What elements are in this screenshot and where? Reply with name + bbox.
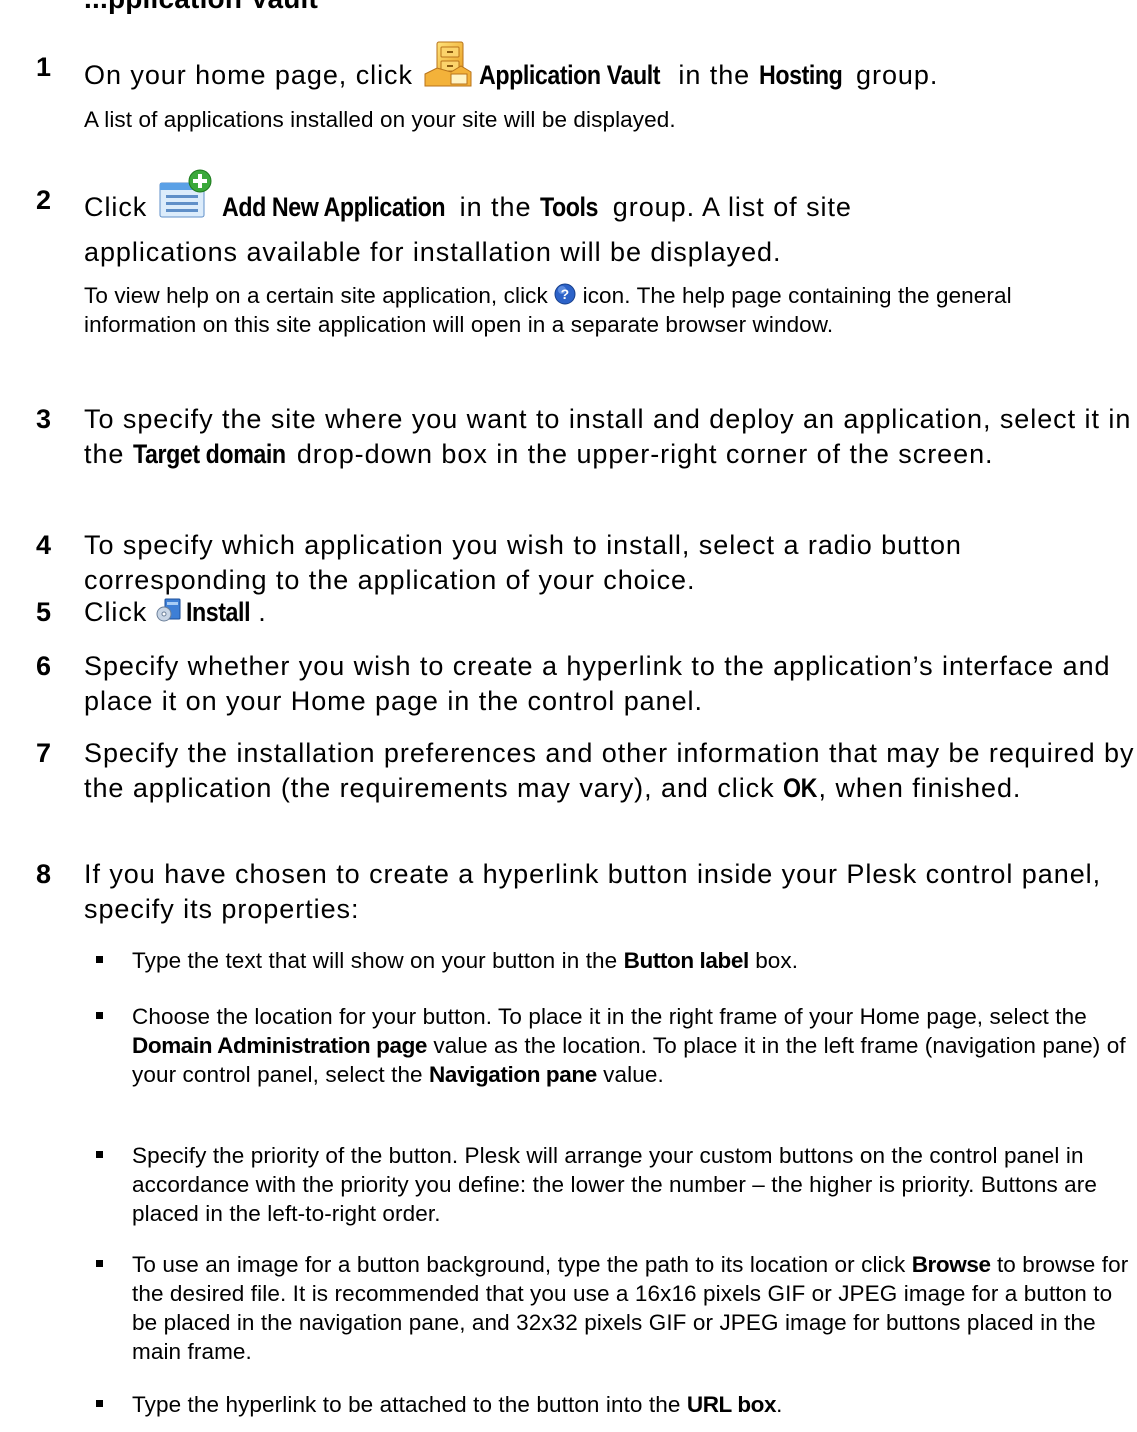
bullet-item: Type the text that will show on your but… bbox=[96, 946, 1131, 976]
step-text: Click Add New Application in the Tools g… bbox=[84, 169, 1136, 270]
bullet-marker bbox=[96, 1012, 103, 1019]
bullet-marker bbox=[96, 1260, 103, 1267]
install-icon bbox=[156, 597, 182, 623]
bullet-text-post: . bbox=[776, 1392, 783, 1417]
step-text-mid: in the bbox=[451, 192, 540, 223]
bullet-text-post: value. bbox=[596, 1062, 664, 1087]
step-number: 3 bbox=[36, 404, 52, 434]
bullet-text-pre: To use an image for a button background,… bbox=[132, 1252, 912, 1277]
step-text: Click Install. bbox=[84, 595, 1136, 630]
step-3: 3 To specify the site where you want to … bbox=[36, 402, 1131, 507]
note-text-pre: To view help on a certain site applicati… bbox=[84, 283, 555, 308]
step-text: Specify whether you wish to create a hyp… bbox=[84, 651, 1111, 716]
step-text-line2: applications available for installation … bbox=[84, 237, 782, 267]
bullet-text: Type the hyperlink to be attached to the… bbox=[132, 1390, 1132, 1419]
step-1: 1 On your home page, click Application V… bbox=[36, 41, 1131, 90]
step-text-mid: in the bbox=[669, 60, 759, 91]
bullet-item: Specify the priority of the button. Ples… bbox=[96, 1141, 1131, 1231]
step-1-note: A list of applications installed on your… bbox=[84, 107, 676, 132]
step-6: 6 Specify whether you wish to create a h… bbox=[36, 649, 1131, 719]
step-7: 7 Specify the installation preferences a… bbox=[36, 736, 1134, 841]
step-number: 4 bbox=[36, 530, 52, 560]
step-text-post: drop-down box in the upper-right corner … bbox=[288, 439, 994, 469]
step-bold-hosting: Hosting bbox=[758, 60, 843, 91]
step-bold-app-vault: Application Vault bbox=[479, 60, 661, 91]
bullet-item: Type the hyperlink to be attached to the… bbox=[96, 1390, 1131, 1420]
step-5: 5 Click Install. bbox=[36, 595, 1131, 630]
bullet-text-pre: Choose the location for your button. To … bbox=[132, 1004, 1087, 1029]
step-bold-install: Install bbox=[185, 597, 251, 627]
step-text-pre: Click bbox=[84, 597, 156, 627]
bullet-bold-domain-admin-page: Domain Administration page bbox=[132, 1033, 428, 1058]
step-number: 8 bbox=[36, 859, 52, 889]
step-number: 2 bbox=[36, 185, 52, 215]
step-bold-ok: OK bbox=[783, 773, 818, 803]
step-number: 1 bbox=[36, 52, 52, 82]
bullet-item: To use an image for a button background,… bbox=[96, 1250, 1131, 1370]
bullet-bold-browse: Browse bbox=[911, 1252, 991, 1277]
step-text-post: group. A list of site bbox=[604, 192, 852, 223]
bullet-text: Specify the priority of the button. Ples… bbox=[132, 1143, 1097, 1226]
step-bold-target-domain: Target domain bbox=[132, 439, 286, 469]
step-text: If you have chosen to create a hyperlink… bbox=[84, 859, 1102, 924]
bullet-marker bbox=[96, 1151, 103, 1158]
step-text-post: group. bbox=[847, 60, 939, 91]
step-8: 8 If you have chosen to create a hyperli… bbox=[36, 857, 1131, 927]
bullet-text-pre: Type the text that will show on your but… bbox=[132, 948, 624, 973]
application-vault-icon bbox=[421, 38, 475, 92]
section-heading-fragment: ...pplication Vault bbox=[84, 0, 318, 15]
step-number: 7 bbox=[36, 738, 52, 768]
bullet-text: Type the text that will show on your but… bbox=[132, 946, 1132, 975]
bullet-item: Choose the location for your button. To … bbox=[96, 1002, 1131, 1122]
bullet-text-pre: Type the hyperlink to be attached to the… bbox=[132, 1392, 687, 1417]
bullet-bold-url-box: URL box bbox=[686, 1392, 777, 1417]
svg-text:?: ? bbox=[561, 286, 570, 302]
bullet-text: To use an image for a button background,… bbox=[132, 1250, 1132, 1366]
bullet-text: Choose the location for your button. To … bbox=[132, 1002, 1132, 1089]
step-text: To specify which application you wish to… bbox=[84, 530, 962, 595]
step-text: On your home page, click Application Vau… bbox=[84, 41, 1136, 104]
bullet-marker bbox=[96, 956, 103, 963]
bullet-bold-button-label: Button label bbox=[623, 948, 750, 973]
bullet-marker bbox=[96, 1400, 103, 1407]
step-2-note: To view help on a certain site applicati… bbox=[84, 281, 1124, 339]
help-icon: ? bbox=[554, 283, 576, 305]
add-new-application-icon bbox=[156, 169, 216, 221]
step-number: 5 bbox=[36, 597, 52, 627]
step-text: To specify the site where you want to in… bbox=[84, 402, 1136, 472]
bullet-text-post: box. bbox=[748, 948, 799, 973]
step-bold-add-new-application: Add New Application bbox=[221, 192, 446, 223]
step-number: 6 bbox=[36, 651, 52, 681]
bullet-bold-navigation-pane: Navigation pane bbox=[429, 1062, 597, 1087]
document-page: ...pplication Vault 1 On your home page,… bbox=[0, 0, 1137, 1432]
step-text-post: , when finished. bbox=[818, 773, 1022, 803]
step-text-pre: On your home page, click bbox=[84, 60, 422, 91]
step-4: 4 To specify which application you wish … bbox=[36, 528, 1131, 598]
step-bold-tools: Tools bbox=[539, 192, 598, 223]
step-text: Specify the installation preferences and… bbox=[84, 736, 1136, 806]
step-text-post: . bbox=[258, 597, 267, 627]
step-text-pre: Click bbox=[84, 192, 156, 223]
step-2: 2 Click Add New Application in the Tools… bbox=[36, 169, 1131, 267]
